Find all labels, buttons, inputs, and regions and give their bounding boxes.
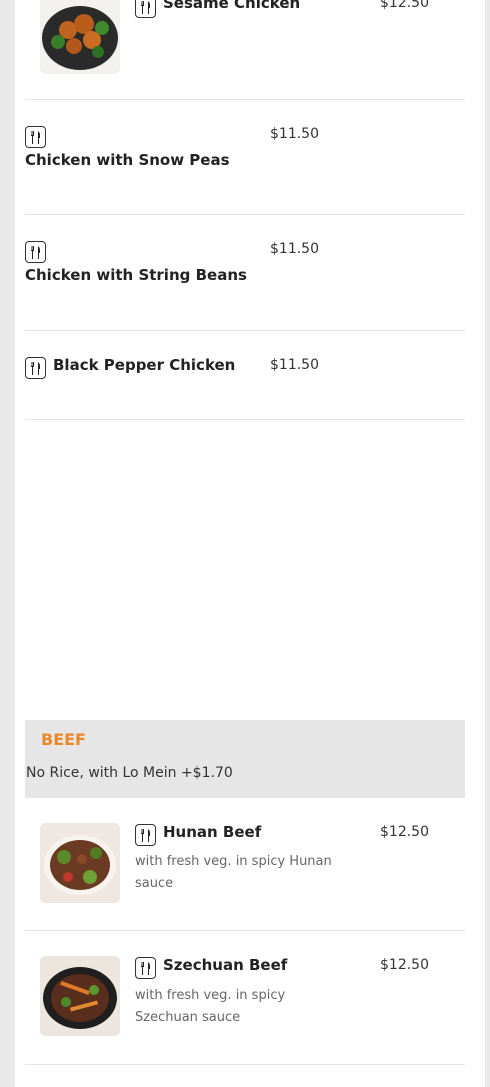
szechuan-beef-image [40,956,120,1036]
sesame-chicken-image [40,0,120,74]
category-subtitle: No Rice, with Lo Mein +$1.70 [26,765,233,781]
item-name: Chicken with String Beans [25,266,247,284]
divider [25,330,465,331]
category-header-beef: BEEF No Rice, with Lo Mein +$1.70 [25,720,465,798]
fork-knife-icon [135,0,156,18]
item-price: $12.50 [380,0,429,11]
fork-knife-icon [135,957,156,979]
item-name: Szechuan Beef [163,956,288,974]
menu-page: Sesame Chicken $12.50 $11.50 Chicken wit… [15,0,485,1087]
fork-knife-icon [25,126,46,148]
item-name: Chicken with Snow Peas [25,151,230,169]
fork-knife-icon [25,357,46,379]
item-description: with fresh veg. in spicy Hunan sauce [135,854,332,891]
item-price: $11.50 [270,126,319,142]
item-price: $11.50 [270,357,319,373]
item-description: with fresh veg. in spicy Szechuan sauce [135,988,286,1025]
divider [25,419,465,420]
divider [25,214,465,215]
fork-knife-icon [135,824,156,846]
item-name: Sesame Chicken [163,0,301,12]
divider [25,930,465,931]
item-price: $12.50 [380,957,429,973]
item-name: Black Pepper Chicken [53,356,236,374]
hunan-beef-image [40,823,120,903]
category-title: BEEF [41,730,86,749]
item-name: Hunan Beef [163,823,262,841]
item-price: $12.50 [380,824,429,840]
divider [25,99,465,100]
fork-knife-icon [25,241,46,263]
divider [25,1064,465,1065]
item-price: $11.50 [270,241,319,257]
